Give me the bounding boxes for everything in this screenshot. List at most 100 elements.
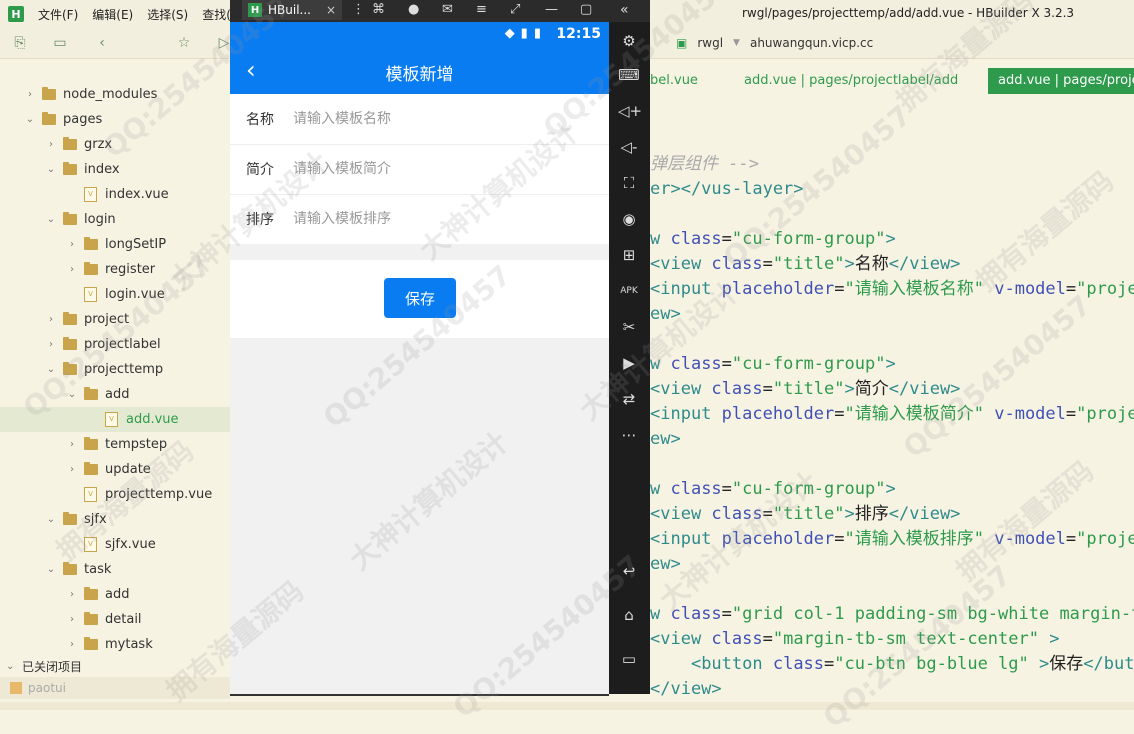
- code-token: =: [1065, 529, 1077, 549]
- save-button[interactable]: 保存: [384, 278, 456, 318]
- fullscreen-icon[interactable]: ⛶: [618, 172, 640, 194]
- tree-item[interactable]: › detail: [0, 607, 230, 632]
- chevron-right-icon[interactable]: ›: [45, 139, 57, 150]
- chevron-down-icon[interactable]: ⌄: [45, 564, 57, 575]
- chevron-right-icon[interactable]: ›: [24, 89, 36, 100]
- intro-input[interactable]: [291, 160, 575, 178]
- apk-icon[interactable]: APK: [618, 280, 640, 302]
- code-token: v-model: [994, 529, 1066, 549]
- chevron-down-icon[interactable]: ⌄: [66, 389, 78, 400]
- volume-up-icon[interactable]: ◁+: [618, 100, 642, 122]
- collapse-icon[interactable]: «: [620, 0, 629, 20]
- chevron-right-icon[interactable]: ›: [45, 339, 57, 350]
- tab-projecttemp-add[interactable]: add.vue | pages/projec: [988, 68, 1134, 94]
- code-token: v-model: [994, 279, 1066, 299]
- add-window-icon[interactable]: ⊞: [618, 244, 640, 266]
- name-input[interactable]: [291, 110, 575, 128]
- tree-item[interactable]: ⌄ projecttemp: [0, 357, 230, 382]
- tab-projectlabel-add[interactable]: add.vue | pages/projectlabel/add: [744, 68, 958, 94]
- chevron-right-icon[interactable]: ›: [66, 639, 78, 650]
- user-icon[interactable]: ●: [408, 0, 419, 20]
- chevron-down-icon[interactable]: ⌄: [45, 214, 57, 225]
- tree-item[interactable]: Vlogin.vue: [0, 282, 230, 307]
- mail-icon[interactable]: ✉: [442, 0, 453, 20]
- tree-item[interactable]: ⌄ sjfx: [0, 507, 230, 532]
- settings-icon[interactable]: ⚙: [618, 30, 640, 52]
- tree-item[interactable]: › update: [0, 457, 230, 482]
- close-icon[interactable]: ×: [326, 3, 336, 17]
- tree-item[interactable]: ⌄ task: [0, 557, 230, 582]
- favorite-icon[interactable]: ☆: [176, 35, 192, 51]
- chevron-down-icon[interactable]: ⌄: [45, 164, 57, 175]
- tree-item[interactable]: › register: [0, 257, 230, 282]
- menu-select[interactable]: 选择(S): [147, 6, 188, 23]
- address-bar[interactable]: ▣ rwgl ▼ ahuwangqun.vicp.cc: [676, 34, 873, 52]
- tree-item[interactable]: › longSetIP: [0, 232, 230, 257]
- maximize-icon[interactable]: ▢: [580, 0, 592, 20]
- tree-item[interactable]: › tempstep: [0, 432, 230, 457]
- tree-item[interactable]: › project: [0, 307, 230, 332]
- video-icon[interactable]: ▶: [618, 352, 640, 374]
- code-token: "grid col-1 padding-sm bg-white margin-t…: [731, 604, 1134, 624]
- tab-bel-vue[interactable]: bel.vue: [650, 68, 698, 94]
- menu-edit[interactable]: 编辑(E): [92, 6, 133, 23]
- resize-icon[interactable]: ⤢: [510, 0, 520, 20]
- more-options-icon[interactable]: ⋯: [618, 424, 640, 446]
- chevron-right-icon[interactable]: ›: [66, 264, 78, 275]
- chevron-down-icon[interactable]: ⌄: [24, 114, 36, 125]
- menu-icon[interactable]: ≡: [476, 0, 487, 20]
- new-file-icon[interactable]: ⎘: [12, 35, 28, 51]
- sync-icon[interactable]: ⇄: [618, 388, 640, 410]
- tree-item-label: grzx: [84, 137, 113, 152]
- chevron-right-icon[interactable]: ›: [45, 314, 57, 325]
- sort-input[interactable]: [291, 210, 575, 228]
- tree-item[interactable]: › add: [0, 582, 230, 607]
- tree-item-label: project: [84, 312, 130, 327]
- tree-item[interactable]: ⌄ add: [0, 382, 230, 407]
- tree-item[interactable]: › grzx: [0, 132, 230, 157]
- emulator-tab[interactable]: H HBuil... ×: [242, 0, 342, 20]
- host-name: ahuwangqun.vicp.cc: [749, 36, 874, 50]
- folder-icon: [84, 437, 98, 450]
- chevron-down-icon[interactable]: ⌄: [45, 514, 57, 525]
- folder-icon: [84, 237, 98, 250]
- tree-item[interactable]: › mytask: [0, 632, 230, 657]
- code-editor[interactable]: 弹层组件 --> er></vus-layer> w class="cu-form-…: [650, 140, 1134, 710]
- code-token: ew>: [650, 554, 681, 574]
- android-recent-icon[interactable]: ▭: [618, 648, 640, 670]
- chevron-down-icon[interactable]: ⌄: [45, 364, 57, 375]
- folder-icon: [63, 337, 77, 350]
- save-icon[interactable]: ▭: [52, 35, 68, 51]
- chevron-right-icon[interactable]: ›: [66, 239, 78, 250]
- closed-projects-header[interactable]: ⌄ 已关闭项目: [0, 655, 230, 677]
- more-icon[interactable]: ⋮: [352, 0, 365, 20]
- tree-item[interactable]: › node_modules: [0, 82, 230, 107]
- chevron-right-icon[interactable]: ›: [66, 464, 78, 475]
- tree-item-label: register: [105, 262, 156, 277]
- keyboard-icon[interactable]: ⌨: [618, 64, 640, 86]
- chevron-right-icon[interactable]: ›: [66, 439, 78, 450]
- tree-item[interactable]: ⌄ pages: [0, 107, 230, 132]
- tree-item-label: login.vue: [105, 287, 165, 302]
- code-token: =: [762, 254, 773, 274]
- android-home-icon[interactable]: ⌂: [618, 604, 640, 626]
- vue-file-icon: V: [84, 287, 97, 302]
- tree-item[interactable]: Vindex.vue: [0, 182, 230, 207]
- back-icon[interactable]: ‹: [94, 35, 110, 51]
- tree-item[interactable]: › projectlabel: [0, 332, 230, 357]
- closed-project-item[interactable]: paotui: [0, 677, 230, 699]
- menu-file[interactable]: 文件(F): [38, 6, 78, 23]
- scissors-icon[interactable]: ✂: [618, 316, 640, 338]
- tree-item[interactable]: ⌄ index: [0, 157, 230, 182]
- tree-item[interactable]: Vadd.vue: [0, 407, 230, 432]
- gamepad-icon[interactable]: ⌘: [372, 0, 385, 20]
- tree-item[interactable]: ⌄ login: [0, 207, 230, 232]
- chevron-right-icon[interactable]: ›: [66, 589, 78, 600]
- tree-item[interactable]: Vprojecttemp.vue: [0, 482, 230, 507]
- tree-item[interactable]: Vsjfx.vue: [0, 532, 230, 557]
- record-icon[interactable]: ◉: [618, 208, 640, 230]
- minimize-icon[interactable]: —: [545, 0, 558, 20]
- android-back-icon[interactable]: ↩: [618, 560, 640, 582]
- chevron-right-icon[interactable]: ›: [66, 614, 78, 625]
- volume-down-icon[interactable]: ◁-: [618, 136, 640, 158]
